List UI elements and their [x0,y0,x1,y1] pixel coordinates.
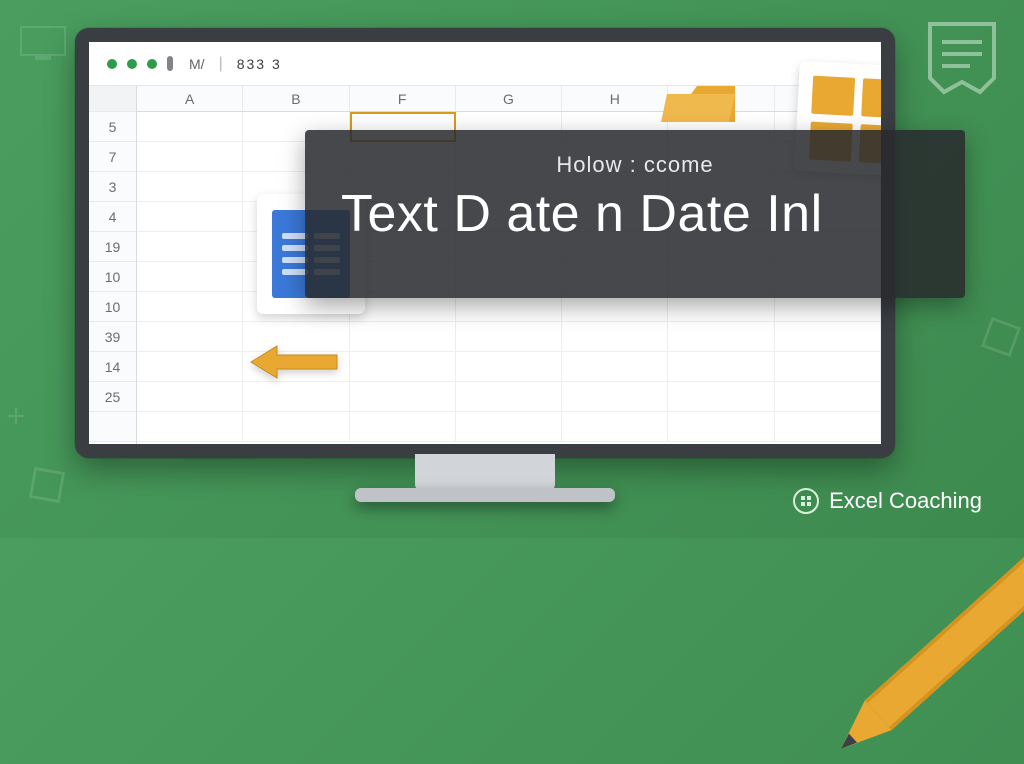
toolbar: M/ | 833 3 [89,42,881,86]
row-header: 5 [89,112,136,142]
column-header: A [137,86,243,111]
row-header: 19 [89,232,136,262]
row-header: 4 [89,202,136,232]
row-header: 7 [89,142,136,172]
row-header: 10 [89,262,136,292]
folder-icon [661,82,741,128]
column-header: F [350,86,456,111]
column-header: H [562,86,668,111]
row-headers: 5 7 3 4 19 10 10 39 14 25 [89,86,137,444]
column-header: G [456,86,562,111]
pencil-icon [828,533,1024,763]
brand: Excel Coaching [793,488,982,514]
row-header [89,412,136,442]
headline-subtitle: Holow : ccome [341,152,929,178]
toolbar-dot [107,59,117,69]
toolbar-dot [127,59,137,69]
toolbar-bar [167,56,173,71]
row-header: 25 [89,382,136,412]
row-header: 39 [89,322,136,352]
column-header: B [243,86,349,111]
headline-title: Text D ate n Date Inl [341,184,929,244]
monitor-stand [415,454,555,492]
headline-overlay: Holow : ccome Text D ate n Date Inl [305,130,965,298]
row-header: 3 [89,172,136,202]
toolbar-m-label: M/ [189,56,205,72]
corner-badge-icon [926,20,998,92]
brand-name: Excel Coaching [829,488,982,514]
toolbar-number: 833 3 [237,56,282,72]
arrow-left-icon [249,344,339,380]
column-headers: A B F G H [137,86,881,112]
corner-cell [89,86,136,112]
brand-logo-icon [793,488,819,514]
row-header: 14 [89,352,136,382]
row-header: 10 [89,292,136,322]
monitor-base [355,488,615,502]
toolbar-dot [147,59,157,69]
toolbar-divider: | [219,55,223,73]
